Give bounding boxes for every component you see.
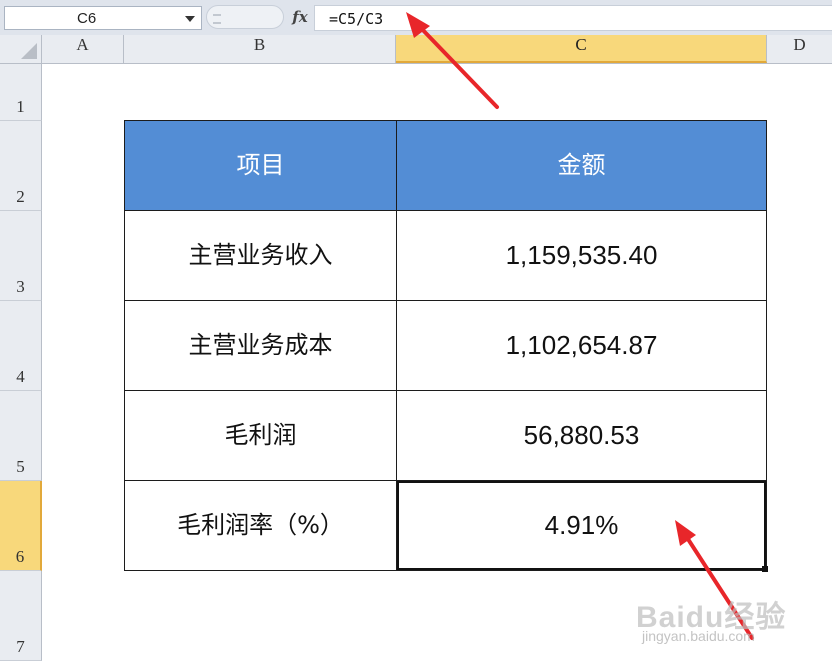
arrow-to-formula-icon	[406, 12, 499, 109]
watermark-url: jingyan.baidu.com	[642, 628, 755, 644]
annotation-layer	[406, 12, 754, 640]
